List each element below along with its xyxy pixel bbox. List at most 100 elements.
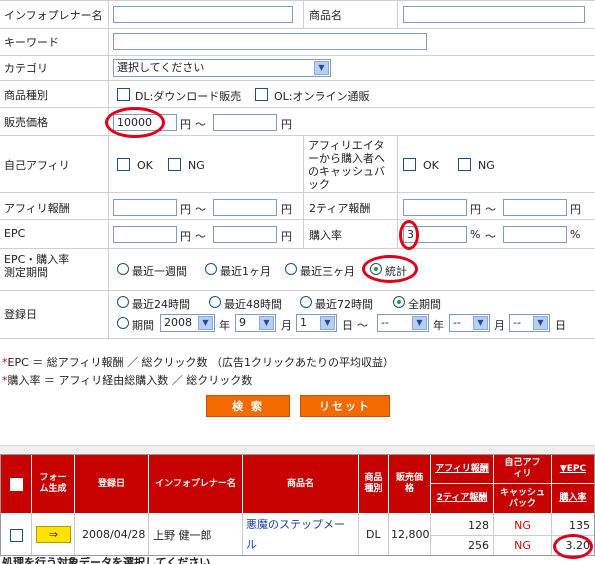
row-affiliate-reward: 128 (468, 518, 489, 532)
yen-unit: 円 (470, 203, 481, 216)
tilde: 〜 (357, 319, 368, 332)
to-day-select[interactable]: -- ▼ (509, 314, 550, 332)
header-tier2[interactable]: 2ティア報酬 (431, 484, 493, 513)
row-date: 2008/04/28 (82, 528, 146, 541)
percent-unit: % (470, 228, 481, 241)
month-unit: 月 (494, 319, 505, 332)
header-epc[interactable]: ▼EPC (552, 455, 594, 483)
product-type-dl-checkbox[interactable] (117, 88, 130, 101)
day-select[interactable]: 1 ▼ (296, 314, 337, 332)
epc-note: *EPC ＝ 総アフィリ報酬 ／ 総クリック数 （広告1クリックあたりの平均収益… (2, 354, 394, 370)
percent-unit: % (570, 228, 581, 241)
year-select[interactable]: 2008 ▼ (160, 314, 215, 332)
row-type: DL (366, 528, 381, 541)
rate-note: *購入率 ＝ アフィリ経由総購入数 ／ 総クリック数 (2, 372, 252, 388)
reg-all-label: 全期間 (408, 298, 441, 311)
infopreneur-input[interactable] (113, 6, 293, 23)
chevron-down-icon: ▼ (314, 61, 329, 75)
month-select-value: 9 (239, 316, 246, 329)
header-purchase-rate[interactable]: 購入率 (552, 484, 594, 513)
cashback-ok-checkbox[interactable] (403, 158, 416, 171)
period-week-label: 最近一週間 (132, 265, 187, 278)
year-select-value: 2008 (164, 316, 192, 329)
cashback-ok-label: OK (423, 159, 439, 172)
self-affiliate-ng-checkbox[interactable] (168, 158, 181, 171)
tier2-max-input[interactable] (503, 199, 567, 216)
price-max-input[interactable] (213, 114, 277, 131)
period-label: EPC・購入率測定期間 (4, 253, 70, 279)
epc-min-input[interactable] (113, 226, 177, 243)
category-select[interactable]: 選択してください ▼ (113, 59, 331, 77)
period-3months-label: 最近三ヶ月 (300, 265, 355, 278)
yen-unit: 円 (281, 118, 292, 131)
header-product: 商品名 (243, 455, 358, 513)
day-unit: 日 (342, 319, 353, 332)
reset-button[interactable]: リセット (300, 395, 390, 417)
reg-48h-radio[interactable] (209, 296, 221, 308)
period-month-radio[interactable] (205, 263, 217, 275)
keyword-input[interactable] (113, 33, 427, 50)
self-affiliate-ok-checkbox[interactable] (117, 158, 130, 171)
purchase-rate-max-input[interactable] (503, 226, 567, 243)
chevron-down-icon: ▼ (473, 316, 488, 330)
to-day-select-value: -- (513, 316, 521, 329)
month-unit: 月 (281, 319, 292, 332)
purchase-rate-highlight-circle (399, 220, 419, 250)
year-unit: 年 (433, 319, 444, 332)
header-select-all (1, 455, 31, 513)
reg-date-label: 登録日 (4, 308, 37, 321)
category-select-value: 選択してください (117, 61, 205, 74)
reg-range-radio[interactable] (117, 317, 129, 329)
row-price: 12,800 (391, 528, 430, 541)
reg-all-radio[interactable] (393, 296, 405, 308)
form-generate-button[interactable]: ⇒ (36, 526, 71, 543)
row-product-link[interactable]: 悪魔のステップメール (246, 514, 354, 555)
chevron-down-icon: ▼ (320, 316, 335, 330)
tilde: 〜 (485, 230, 496, 243)
epc-max-input[interactable] (213, 226, 277, 243)
period-week-radio[interactable] (117, 263, 129, 275)
select-all-checkbox[interactable] (9, 477, 23, 491)
reg-range-label: 期間 (132, 319, 154, 332)
yen-unit: 円 (281, 230, 292, 243)
to-year-select[interactable]: -- ▼ (377, 314, 429, 332)
row-cashback: NG (514, 539, 531, 552)
reg-24h-label: 最近24時間 (132, 298, 190, 311)
affiliate-reward-min-input[interactable] (113, 199, 177, 216)
infopreneur-label: インフォプレナー名 (4, 9, 103, 22)
cashback-ng-checkbox[interactable] (458, 158, 471, 171)
month-select[interactable]: 9 ▼ (235, 314, 276, 332)
day-select-value: 1 (300, 316, 307, 329)
purchase-rate-result-highlight-circle (553, 534, 593, 559)
epc-note-text: EPC ＝ 総アフィリ報酬 ／ 総クリック数 （広告1クリックあたりの平均収益） (7, 356, 395, 369)
tilde: 〜 (195, 118, 206, 131)
price-label: 販売価格 (4, 116, 48, 129)
search-button[interactable]: 検 索 (206, 395, 290, 417)
chevron-down-icon: ▼ (259, 316, 274, 330)
year-unit: 年 (219, 319, 230, 332)
product-name-input[interactable] (403, 6, 585, 23)
results-table-top-line (0, 445, 595, 454)
cashback-label: アフィリエイターから購入者へのキャッシュバック (308, 139, 385, 191)
tier2-label: 2ティア報酬 (309, 202, 371, 215)
chevron-down-icon: ▼ (198, 316, 213, 330)
to-month-select-value: -- (453, 316, 461, 329)
header-affiliate-reward[interactable]: アフィリ報酬 (431, 455, 493, 483)
chevron-down-icon: ▼ (412, 316, 427, 330)
affiliate-reward-max-input[interactable] (213, 199, 277, 216)
reg-24h-radio[interactable] (117, 296, 129, 308)
tier2-min-input[interactable] (403, 199, 467, 216)
header-type: 商品種別 (359, 455, 388, 513)
product-type-label: 商品種別 (4, 89, 48, 102)
footer-instruction: 処理を行う対象データを選択してください (2, 557, 211, 564)
row-epc: 135 (569, 518, 590, 532)
day-unit: 日 (555, 319, 566, 332)
header-infopreneur: インフォプレナー名 (149, 455, 242, 513)
reg-72h-radio[interactable] (300, 296, 312, 308)
product-type-ol-checkbox[interactable] (255, 88, 268, 101)
row-select-checkbox[interactable] (10, 529, 23, 542)
to-month-select[interactable]: -- ▼ (449, 314, 490, 332)
purchase-rate-label: 購入率 (309, 229, 342, 242)
reg-48h-label: 最近48時間 (224, 298, 282, 311)
period-3months-radio[interactable] (285, 263, 297, 275)
